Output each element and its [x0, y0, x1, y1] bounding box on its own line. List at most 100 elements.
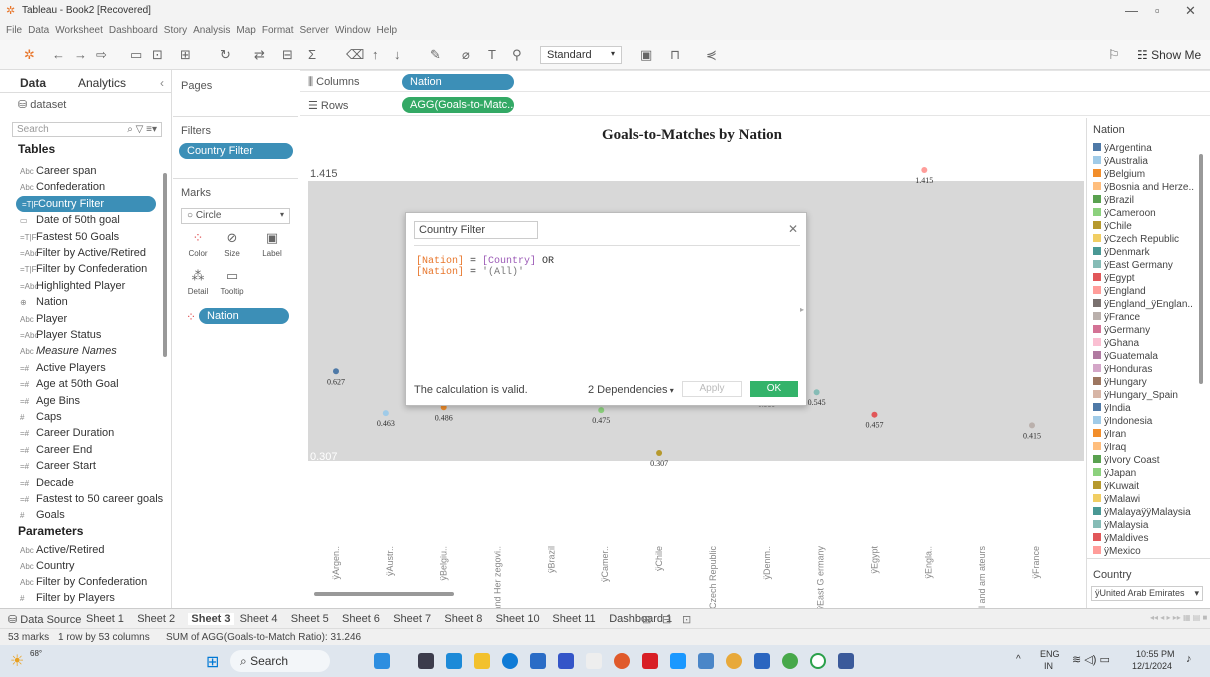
app-icon[interactable] [374, 653, 390, 669]
collapse-icon[interactable]: ‹ [160, 76, 164, 90]
swap-icon[interactable]: ⇄ [254, 47, 265, 63]
legend-item[interactable]: ÿArgentina [1093, 142, 1152, 155]
legend-item[interactable]: ÿAustralia [1093, 155, 1148, 168]
menu-item[interactable]: File [6, 25, 22, 36]
sheet-tab[interactable]: Sheet 7 [393, 613, 431, 625]
new-worksheet-icon[interactable]: ⊞ [642, 613, 651, 626]
columns-shelf[interactable]: ⫼ Columns Nation [300, 70, 1210, 92]
legend-item[interactable]: ÿKuwait [1093, 480, 1139, 493]
app-icon[interactable] [586, 653, 602, 669]
data-point[interactable] [871, 411, 878, 418]
legend-item[interactable]: ÿIndonesia [1093, 415, 1152, 428]
dependencies-button[interactable]: 2 Dependencies ▾ [588, 384, 674, 396]
data-point[interactable] [656, 450, 663, 456]
add-datasource-icon[interactable]: ⊡ [152, 47, 163, 63]
rows-shelf[interactable]: ☰ Rows AGG(Goals-to-Matc.. [300, 94, 1210, 116]
filter-pill-country[interactable]: Country Filter [179, 143, 293, 159]
pin-icon[interactable]: ⚲ [512, 47, 522, 63]
chrome-icon[interactable] [726, 653, 742, 669]
sort-icon[interactable]: ⊟ [282, 47, 293, 63]
menu-item[interactable]: Analysis [193, 25, 230, 36]
data-point[interactable] [813, 389, 820, 396]
restore-icon[interactable]: ▫ [1155, 3, 1160, 18]
calc-name-input[interactable]: Country Filter [414, 221, 538, 239]
sheet-nav-icon[interactable]: ◂◂ ◂ ▸ ▸▸ ▦ ▤ ■ [1150, 613, 1207, 622]
legend-item[interactable]: ÿCzech Republic [1093, 233, 1179, 246]
presentation-icon[interactable]: ▣ [640, 47, 652, 63]
parameter-item[interactable]: Abc Country [20, 558, 75, 574]
field-item[interactable]: # Goals [20, 507, 65, 523]
chrome-icon[interactable] [782, 653, 798, 669]
legend-item[interactable]: ÿGuatemala [1093, 350, 1158, 363]
legend-item[interactable]: ÿGhana [1093, 337, 1139, 350]
sheet-tab[interactable]: Sheet 11 [552, 613, 595, 625]
undo-icon[interactable]: ↻ [220, 47, 231, 63]
field-item[interactable]: =# Age at 50th Goal [20, 376, 119, 392]
field-item[interactable]: # Caps [20, 409, 62, 425]
marks-pill-nation[interactable]: Nation [199, 308, 289, 324]
app-icon[interactable] [558, 653, 574, 669]
legend-item[interactable]: ÿHonduras [1093, 363, 1152, 376]
field-item[interactable]: =# Decade [20, 475, 74, 491]
legend-item[interactable]: ÿEast Germany [1093, 259, 1173, 272]
clear-icon[interactable]: ⌫ [346, 47, 364, 63]
legend-item[interactable]: ÿBelgium [1093, 168, 1145, 181]
datasource-item[interactable]: ⛁ dataset [18, 98, 66, 111]
field-item[interactable]: =# Active Players [20, 360, 106, 376]
back-icon[interactable]: ← [52, 47, 65, 62]
field-item[interactable]: =T|FFastest 50 Goals [20, 229, 119, 245]
app-icon[interactable] [418, 653, 434, 669]
forward-icon[interactable]: → [74, 47, 87, 62]
close-icon[interactable]: ✕ [1185, 3, 1196, 19]
legend-item[interactable]: ÿIndia [1093, 402, 1131, 415]
legend-item[interactable]: ÿIraq [1093, 441, 1126, 454]
field-item[interactable]: =# Age Bins [20, 393, 80, 409]
country-parameter-select[interactable]: ÿUnited Arab Emirates ▾ [1091, 586, 1203, 601]
prime-video-icon[interactable] [670, 653, 686, 669]
data-pane-scrollbar[interactable] [163, 173, 167, 357]
highlight-icon[interactable]: ✎ [430, 47, 441, 63]
data-point[interactable] [333, 368, 339, 375]
data-point[interactable] [1029, 422, 1035, 429]
field-item[interactable]: Abc Player [20, 311, 67, 327]
field-item[interactable]: =AbcPlayer Status [20, 327, 101, 343]
field-item[interactable]: =AbcHighlighted Player [20, 278, 125, 294]
horizontal-scrollbar[interactable] [314, 592, 454, 596]
tableau-home-icon[interactable]: ✲ [24, 47, 35, 63]
search-input[interactable]: Search ⌕ ▽ ≡▾ [12, 122, 162, 137]
firefox-icon[interactable] [614, 653, 630, 669]
field-item[interactable]: =AbcFilter by Active/Retired [20, 245, 146, 261]
tab-data-source[interactable]: ⛁ Data Source [8, 613, 81, 626]
edge-icon[interactable] [502, 653, 518, 669]
field-item[interactable]: ▭ Date of 50th goal [20, 212, 120, 228]
minimize-icon[interactable]: — [1125, 3, 1138, 18]
color-button[interactable]: ⁘ Color [183, 230, 213, 262]
save-icon[interactable]: ▭ [130, 47, 142, 63]
legend-item[interactable]: ÿMalawi [1093, 493, 1140, 506]
menu-item[interactable]: Help [377, 25, 398, 36]
field-item[interactable]: =# Career Duration [20, 425, 114, 441]
parameter-item[interactable]: Abc Filter by Confederation [20, 574, 147, 590]
app-icon[interactable] [698, 653, 714, 669]
netflix-icon[interactable] [642, 653, 658, 669]
menu-item[interactable]: Story [164, 25, 187, 36]
field-item[interactable]: ⊕ Nation [20, 294, 68, 310]
legend-item[interactable]: ÿChile [1093, 220, 1132, 233]
legend-item[interactable]: ÿMaldives [1093, 532, 1148, 545]
menu-item[interactable]: Data [28, 25, 49, 36]
legend-item[interactable]: ÿMalayaÿÿMalaysia [1093, 506, 1191, 519]
paperclip-icon[interactable]: ⌀ [462, 47, 470, 63]
menu-item[interactable]: Format [262, 25, 294, 36]
labels-icon[interactable]: T [488, 47, 496, 62]
label-button[interactable]: ▣ Label [257, 230, 287, 262]
legend-item[interactable]: ÿJapan [1093, 467, 1136, 480]
notification-icon[interactable]: ♪ [1186, 653, 1192, 665]
tab-data[interactable]: Data [20, 76, 46, 90]
new-dashboard-icon[interactable]: ⊟ [662, 613, 671, 626]
app-icon[interactable] [446, 653, 462, 669]
new-sheet-icon[interactable]: ⊞ [180, 47, 191, 63]
windows-start-icon[interactable]: ⊞ [206, 652, 219, 672]
weather-icon[interactable]: ☀ [10, 651, 24, 671]
tableau-taskbar-icon[interactable] [838, 653, 854, 669]
totals-icon[interactable]: Σ [308, 47, 316, 62]
